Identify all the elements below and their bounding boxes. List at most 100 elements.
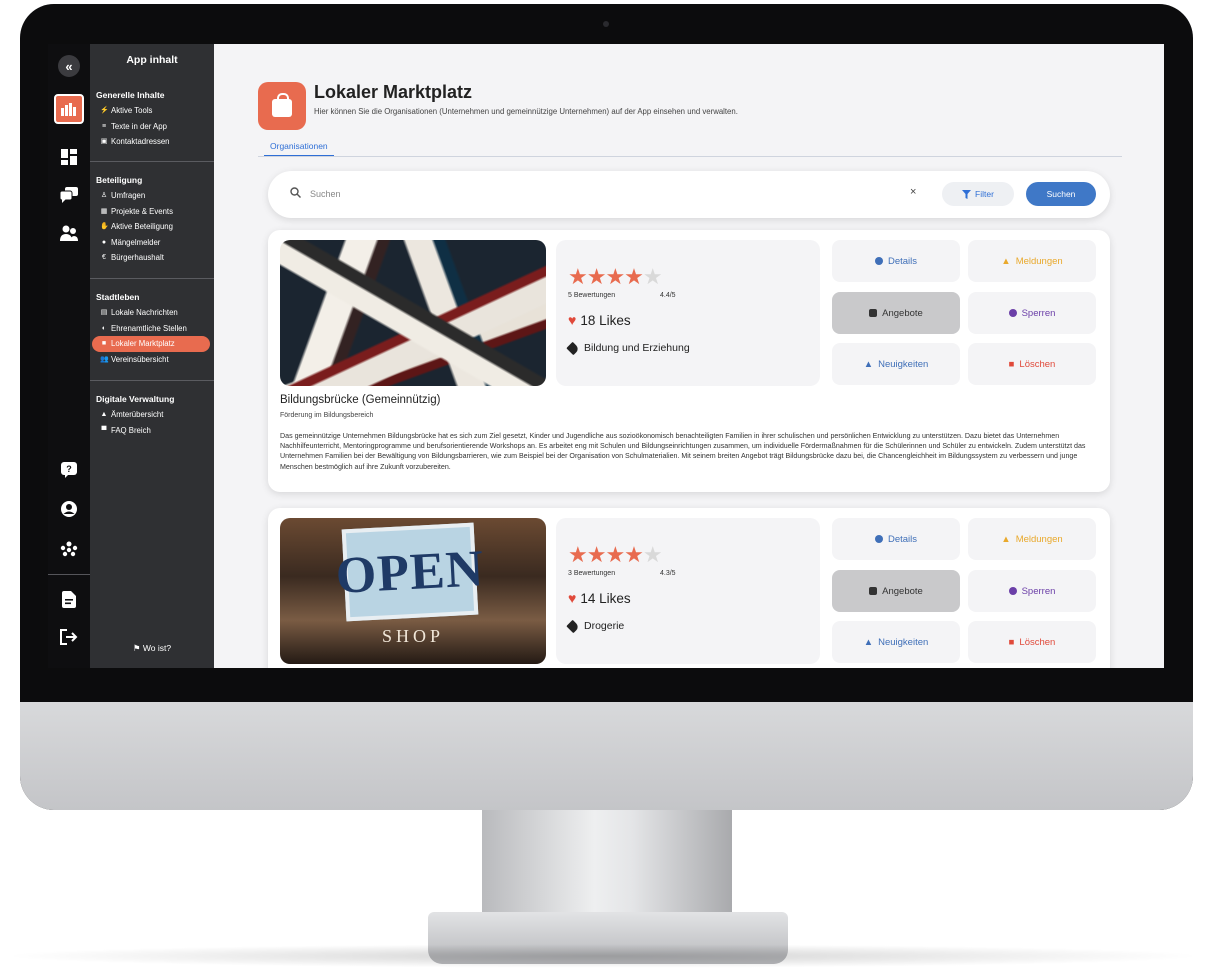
organisation-tagline: Förderung im Bildungsbereich bbox=[280, 412, 374, 419]
text-lines-icon: ≡ bbox=[101, 122, 107, 130]
shop-sign-text: SHOP bbox=[381, 626, 445, 646]
sidebar-item-vereinsuebersicht[interactable]: 👥 Vereinsübersicht bbox=[90, 352, 214, 368]
collapse-sidebar-icon[interactable]: « bbox=[58, 55, 80, 77]
tag-icon bbox=[566, 619, 580, 633]
wo-ist-link[interactable]: ⚑ Wo ist? bbox=[90, 643, 214, 654]
sidebar-item-aktive-beteiligung[interactable]: ✋ Aktive Beteiligung bbox=[90, 219, 214, 235]
poll-icon: ♙ bbox=[100, 192, 108, 199]
shopping-bag-icon: ■ bbox=[101, 340, 107, 348]
likes: ♥ 14 Likes bbox=[568, 590, 631, 606]
contact-card-icon: ▣ bbox=[100, 138, 108, 146]
tag-icon bbox=[566, 341, 580, 355]
neuigkeiten-label: Neuigkeiten bbox=[878, 358, 929, 370]
rating-stars: ★★★★★ bbox=[568, 542, 663, 567]
document-icon[interactable] bbox=[56, 586, 82, 612]
page-title: Lokaler Marktplatz bbox=[314, 82, 473, 102]
svg-text:?: ? bbox=[66, 464, 72, 474]
help-icon[interactable]: ? bbox=[56, 457, 82, 483]
rating-stars: ★★★★★ bbox=[568, 264, 663, 289]
sidebar-item-umfragen[interactable]: ♙ Umfragen bbox=[90, 188, 214, 204]
category-label: Bildung und Erziehung bbox=[584, 342, 690, 354]
sidebar-item-kontaktadressen[interactable]: ▣ Kontaktadressen bbox=[90, 134, 214, 150]
sidebar-item-label: Ämterübersicht bbox=[111, 410, 164, 419]
rating-count: 5 Bewertungen bbox=[568, 292, 616, 299]
search-bar: × Filter Suchen bbox=[268, 171, 1110, 218]
rating-count: 3 Bewertungen bbox=[568, 570, 616, 577]
map-pin-icon: ⚑ bbox=[132, 643, 141, 653]
loeschen-label: Löschen bbox=[1019, 636, 1056, 648]
camera-dot bbox=[603, 21, 609, 27]
details-label: Details bbox=[887, 255, 918, 267]
meldungen-button[interactable]: ▲ Meldungen bbox=[968, 518, 1096, 560]
details-button[interactable]: Details bbox=[832, 518, 960, 560]
sidebar-item-label: Texte in der App bbox=[111, 121, 167, 131]
sidebar-item-aemteruebersicht[interactable]: ▲ Ämterübersicht bbox=[90, 407, 214, 423]
sidebar-item-buergerhaushalt[interactable]: € Bürgerhaushalt bbox=[90, 250, 214, 266]
sidebar-item-texte[interactable]: ≡ Texte in der App bbox=[90, 119, 214, 135]
meldungen-label: Meldungen bbox=[1015, 533, 1063, 545]
logout-icon[interactable] bbox=[56, 624, 82, 650]
sidebar-item-ehrenamtliche-stellen[interactable]: ◐ Ehrenamtliche Stellen bbox=[90, 321, 214, 337]
bolt-icon: ⚡ bbox=[100, 107, 109, 114]
sidebar-section-heading: Stadtleben bbox=[96, 292, 140, 302]
angebote-button[interactable]: Angebote bbox=[832, 570, 960, 612]
sidebar-item-label: Mängelmelder bbox=[111, 237, 161, 247]
sidebar-item-maengelmelder[interactable]: ● Mängelmelder bbox=[90, 235, 214, 251]
monitor-chin bbox=[20, 702, 1193, 810]
app-screen: « ? App inhalt Generelle Inhalte ⚡ Aktiv… bbox=[48, 44, 1164, 668]
sidebar-item-aktive-tools[interactable]: ⚡ Aktive Tools bbox=[90, 103, 214, 119]
search-input[interactable] bbox=[310, 183, 918, 205]
sidebar-item-projekte-events[interactable]: ▦ Projekte & Events bbox=[90, 204, 214, 220]
sidebar-item-label: Aktive Tools bbox=[111, 106, 153, 115]
sidebar-item-label: Projekte & Events bbox=[111, 206, 173, 216]
tab-organisationen[interactable]: Organisationen bbox=[264, 141, 334, 157]
likes-count: 18 Likes bbox=[580, 312, 631, 328]
likes: ♥ 18 Likes bbox=[568, 312, 631, 328]
monitor-stand-neck bbox=[482, 810, 732, 920]
community-icon[interactable] bbox=[56, 536, 82, 562]
category: Drogerie bbox=[566, 619, 624, 633]
faq-icon: ▀ bbox=[101, 426, 107, 434]
clear-search-icon[interactable]: × bbox=[910, 186, 916, 198]
marketplace-app-icon bbox=[258, 82, 306, 130]
profile-icon[interactable] bbox=[56, 496, 82, 522]
meldungen-button[interactable]: ▲ Meldungen bbox=[968, 240, 1096, 282]
rating-score: 4.3/5 bbox=[660, 570, 676, 577]
sidebar-item-label: Lokale Nachrichten bbox=[111, 308, 178, 317]
organisation-name: Bildungsbrücke (Gemeinnützig) bbox=[280, 394, 441, 406]
neuigkeiten-button[interactable]: ▲ Neuigkeiten bbox=[832, 343, 960, 385]
sidebar-item-faq[interactable]: ▀ FAQ Breich bbox=[90, 423, 214, 439]
loeschen-button[interactable]: ■ Löschen bbox=[968, 343, 1096, 385]
filter-button[interactable]: Filter bbox=[942, 182, 1014, 206]
organisation-stats: ★★★★★ 5 Bewertungen 4.4/5 ♥ 18 Likes Bild… bbox=[556, 240, 820, 386]
neuigkeiten-button[interactable]: ▲ Neuigkeiten bbox=[832, 621, 960, 663]
sidebar-item-lokale-nachrichten[interactable]: ▤ Lokale Nachrichten bbox=[90, 305, 214, 321]
sidebar-section-generelle-inhalte: Generelle Inhalte ⚡ Aktive Tools ≡ Texte i… bbox=[90, 90, 214, 150]
sidebar-section-heading: Digitale Verwaltung bbox=[96, 394, 175, 404]
neuigkeiten-label: Neuigkeiten bbox=[878, 636, 929, 648]
app-content-icon[interactable] bbox=[54, 94, 84, 124]
page-subtitle: Hier können Sie die Organisationen (Unte… bbox=[314, 107, 738, 116]
sperren-button[interactable]: Sperren bbox=[968, 570, 1096, 612]
details-button[interactable]: Details bbox=[832, 240, 960, 282]
bell-icon: ▲ bbox=[863, 358, 874, 370]
tab-underline bbox=[258, 156, 1122, 157]
sidebar-item-label: Umfragen bbox=[111, 191, 146, 200]
angebote-button[interactable]: Angebote bbox=[832, 292, 960, 334]
organisation-card: OPEN SHOP ★★★★★ 3 Bewertungen 4.3/5 ♥ 14 … bbox=[268, 508, 1110, 668]
search-button[interactable]: Suchen bbox=[1026, 182, 1096, 206]
search-icon bbox=[290, 187, 301, 198]
sidebar-item-label: Ehrenamtliche Stellen bbox=[111, 323, 187, 333]
organisation-card: ★★★★★ 5 Bewertungen 4.4/5 ♥ 18 Likes Bild… bbox=[268, 230, 1110, 492]
chat-icon[interactable] bbox=[56, 182, 82, 208]
team-icon[interactable] bbox=[56, 220, 82, 246]
rating-score: 4.4/5 bbox=[660, 292, 676, 299]
sperren-button[interactable]: Sperren bbox=[968, 292, 1096, 334]
loeschen-button[interactable]: ■ Löschen bbox=[968, 621, 1096, 663]
handshake-icon: ◐ bbox=[101, 324, 107, 332]
participation-icon: ✋ bbox=[100, 223, 109, 231]
dashboard-icon[interactable] bbox=[56, 144, 82, 170]
sidebar-item-label: FAQ Breich bbox=[111, 425, 151, 435]
tag-icon bbox=[869, 309, 878, 317]
sidebar-item-lokaler-marktplatz[interactable]: ■ Lokaler Marktplatz bbox=[92, 336, 210, 352]
